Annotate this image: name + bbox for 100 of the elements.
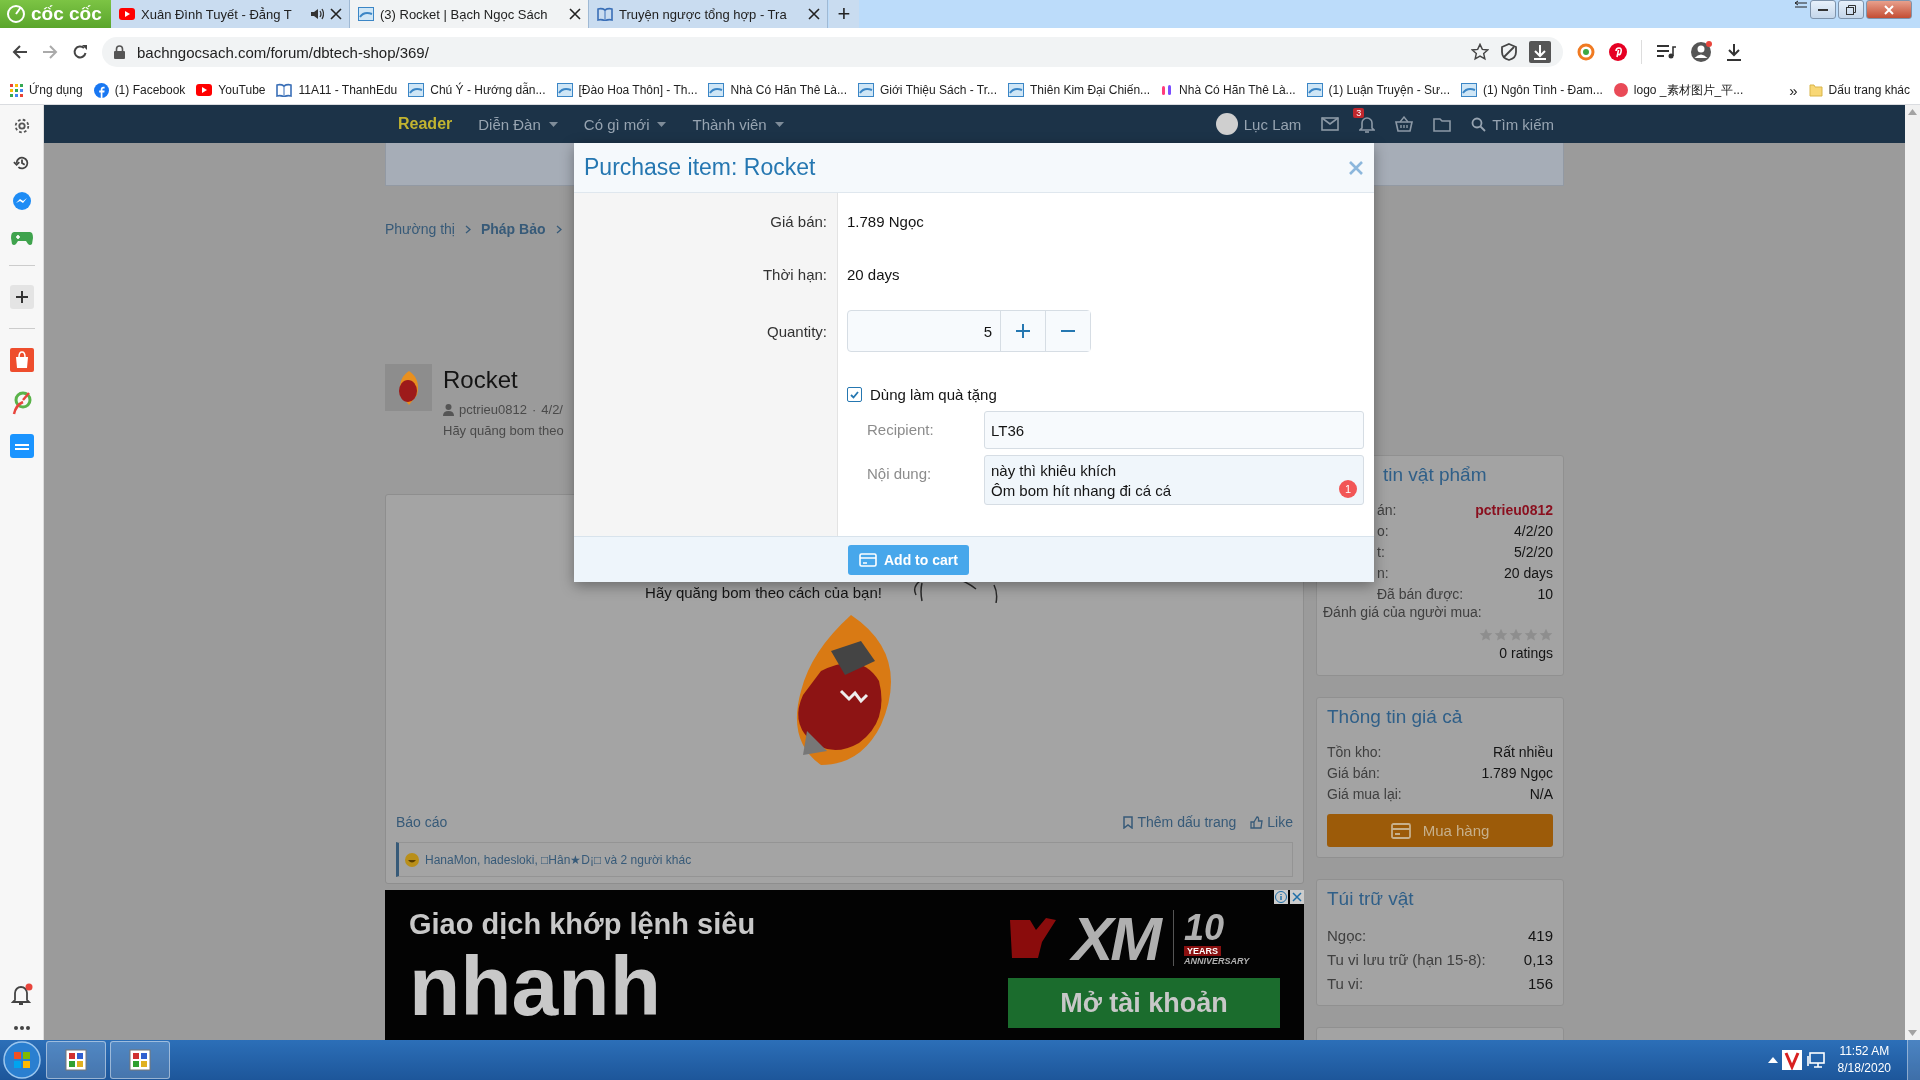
notification-badge: 3 (1353, 108, 1365, 118)
bookmark-link[interactable]: Thiên Kim Đại Chiến... (1008, 83, 1151, 97)
clock-time[interactable]: 11:52 AM (1839, 1043, 1890, 1060)
field-value: 20 days (847, 266, 900, 283)
restore-icon (1846, 4, 1856, 15)
checkbox[interactable] (847, 387, 862, 402)
close-icon[interactable] (330, 8, 342, 20)
browser-tab[interactable]: Truyện ngược tổng hợp - Tra (589, 0, 828, 28)
bookmark-link[interactable]: (1) Ngôn Tình - Đam... (1461, 83, 1603, 97)
browser-tab[interactable]: Xuân Đình Tuyết - Đẳng T (111, 0, 350, 28)
bell-icon[interactable] (1359, 115, 1376, 133)
v-shield-icon[interactable] (1781, 1050, 1802, 1070)
address-bar[interactable]: bachngocsach.com/forum/dbtech-shop/369/ (102, 37, 1563, 67)
recipient-input[interactable]: LT36 (984, 411, 1364, 449)
landscape-image-icon (556, 83, 573, 97)
network-icon[interactable] (1805, 1051, 1826, 1069)
field-label: Quantity: (766, 322, 827, 340)
gamepad-icon[interactable] (10, 230, 33, 246)
nav-tab[interactable]: Diễn Đàn (465, 105, 571, 143)
close-window-button[interactable] (1866, 0, 1912, 19)
new-tab-button[interactable]: + (829, 0, 859, 28)
plus-icon (1016, 324, 1030, 338)
anniversary-ribbon: YEARS (1184, 946, 1221, 956)
taskbar-app-button[interactable] (46, 1041, 106, 1079)
bookmark-link[interactable]: 11A11 - ThanhEdu (276, 83, 398, 97)
caret-down-icon (657, 121, 667, 127)
bookmark-link[interactable]: (1) Luận Truyện - Sư... (1306, 83, 1450, 97)
nav-tab[interactable]: Thành viên (679, 105, 797, 143)
minimize-button[interactable] (1810, 0, 1836, 19)
item-description: Hãy quăng bom theo (443, 423, 564, 438)
shield-icon[interactable] (1501, 43, 1517, 61)
bookmark-folder[interactable]: Dấu trang khác (1808, 83, 1910, 97)
tray-expand-icon[interactable] (1767, 1057, 1778, 1063)
card-icon (1390, 822, 1411, 839)
ad-headline: Giao dịch khớp lệnh siêu (409, 908, 756, 941)
open-account-button[interactable]: Mở tài khoản (1008, 978, 1280, 1028)
minus-icon (1061, 330, 1075, 332)
message-textarea[interactable]: này thì khiêu khích Ôm bom hít nhang đi cá cá 1 (984, 455, 1364, 505)
browser-tab[interactable]: (3) Rocket | Bạch Ngọc Sách (350, 0, 589, 28)
bookmark-link[interactable]: Giới Thiệu Sách - Tr... (858, 83, 998, 97)
bookmark-link[interactable]: Nhà Có Hãn Thê Là... (1161, 83, 1296, 97)
laughing-emoji-icon (405, 852, 419, 867)
post-date: 4/2/ (541, 402, 563, 417)
bookmark-link[interactable]: Chú Ý - Hướng dẫn... (408, 83, 546, 97)
more-dots-icon[interactable] (13, 1026, 30, 1030)
bookmark-link[interactable]: Ứng dụng (10, 83, 83, 97)
speaker-icon[interactable] (310, 7, 324, 21)
reload-icon[interactable] (72, 44, 88, 60)
taskbar-app-button[interactable] (110, 1041, 170, 1079)
chevron-right-icon (464, 224, 471, 234)
download-icon[interactable] (1726, 43, 1742, 61)
user-menu[interactable]: Lục Lam (1215, 113, 1302, 135)
nav-tab[interactable]: Reader (385, 105, 466, 143)
extension-ring-icon[interactable] (1577, 43, 1595, 61)
playlist-icon[interactable] (1656, 44, 1676, 60)
download-box-icon[interactable] (1529, 41, 1551, 63)
settings-icon[interactable] (12, 117, 31, 135)
stat-value: 20 days (1503, 564, 1553, 581)
landscape-image-icon (358, 7, 374, 21)
bookmark-link[interactable]: logo _素材图片_平... (1613, 81, 1744, 99)
field-label: Recipient: (866, 420, 935, 440)
card-icon (859, 552, 877, 567)
start-orb-icon[interactable] (2, 1040, 42, 1080)
add-icon[interactable] (9, 285, 34, 309)
clock-date[interactable]: 8/18/2020 (1837, 1060, 1891, 1077)
field-label: Nội dung: (866, 464, 933, 484)
field-label: Thời hạn: (762, 266, 827, 283)
seller-link[interactable]: pctrieu0812 (1475, 501, 1553, 518)
bookmark-link[interactable]: YouTube (196, 83, 266, 97)
bookmark-link[interactable]: (1) Facebook (93, 82, 186, 98)
folder-icon[interactable] (1433, 116, 1452, 132)
nav-tab[interactable]: Có gì mới (570, 105, 680, 143)
profile-icon[interactable] (1690, 41, 1712, 63)
info-icon[interactable] (1274, 890, 1288, 904)
mail-icon[interactable] (1321, 117, 1340, 131)
notification-bell-icon[interactable] (10, 983, 33, 1007)
bookmark-link[interactable]: Nhà Có Hãn Thê Là... (708, 83, 847, 97)
lock-icon (114, 45, 125, 59)
stat-value: 156 (1527, 974, 1553, 992)
quantity-input[interactable]: 5 (848, 311, 1000, 351)
search-button[interactable]: Tìm kiếm (1471, 115, 1554, 133)
history-icon[interactable] (12, 154, 31, 172)
close-icon[interactable] (808, 8, 820, 20)
avatar[interactable] (1215, 113, 1238, 135)
messenger-icon[interactable] (11, 191, 32, 211)
stat-label: t: (1377, 543, 1385, 560)
bookmark-link[interactable]: [Đào Hoa Thôn] - Th... (556, 83, 698, 97)
pinterest-icon[interactable] (1609, 43, 1627, 61)
more-bookmarks-button[interactable]: » (1789, 81, 1798, 99)
back-arrow-icon[interactable] (12, 44, 28, 60)
shopping-bag-icon[interactable] (9, 348, 34, 372)
checkbox-label[interactable]: Dùng làm quà tặng (870, 386, 997, 403)
star-icon[interactable] (1471, 43, 1489, 61)
sale-tag-icon[interactable] (9, 434, 34, 458)
basket-icon[interactable] (1395, 116, 1414, 132)
restore-button[interactable] (1838, 0, 1864, 19)
caret-down-icon (774, 121, 784, 127)
quantity-field[interactable]: 5 (847, 310, 1091, 352)
close-icon[interactable] (569, 8, 581, 20)
open-book-icon (276, 83, 293, 97)
